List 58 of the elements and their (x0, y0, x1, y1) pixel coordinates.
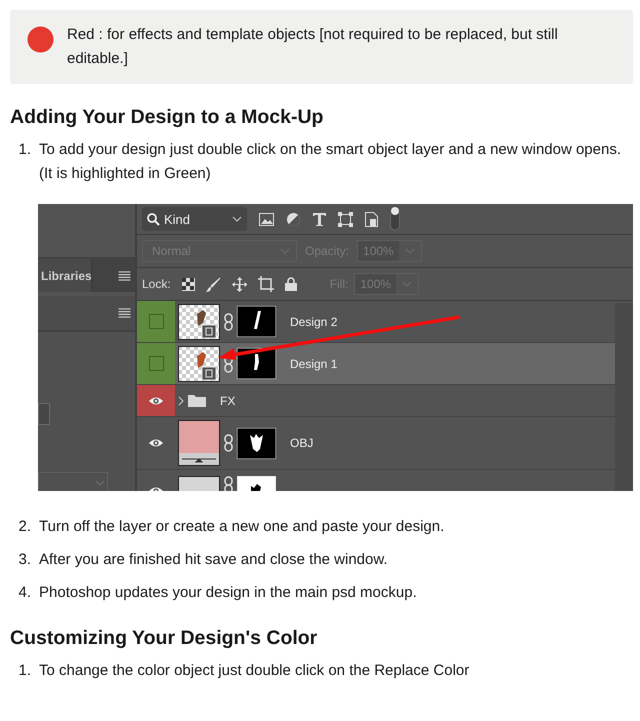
chevron-icon (232, 216, 242, 222)
step-number: 4. (17, 583, 32, 603)
filter-dropdown[interactable]: Kind (142, 207, 247, 231)
search-icon (147, 212, 160, 226)
adjustment-icon (286, 212, 301, 226)
crop-icon (258, 276, 274, 292)
layer-name: Design 1 (290, 356, 338, 370)
panel-tab[interactable]: Libraries (38, 259, 92, 292)
link-icon (224, 434, 233, 452)
visibility-toggle[interactable] (137, 301, 175, 342)
filter-toggle-icon (390, 207, 400, 231)
chevron-icon (95, 480, 105, 486)
layer-row[interactable]: FX (137, 385, 615, 417)
eye-icon (148, 438, 164, 448)
chevron-right-icon (178, 396, 184, 406)
step-text: Turn off the layer or create a new one and paste your design. (39, 517, 444, 537)
layer-name: FX (220, 394, 236, 408)
step-number: 2. (17, 517, 32, 537)
dropdown[interactable] (38, 472, 108, 491)
layer-thumbnail (178, 304, 220, 340)
menu-icon (118, 308, 131, 318)
layer-row[interactable]: Design 2 (137, 301, 615, 343)
link-icon (224, 476, 233, 491)
step-number: 1. (17, 661, 32, 681)
image-icon (259, 212, 274, 226)
layer-name: Design 2 (290, 314, 338, 328)
brush-icon (206, 276, 221, 292)
layer-row[interactable]: Design 1 (137, 343, 615, 385)
type-icon (313, 212, 326, 226)
step-text: After you are finished hit save and close the window. (39, 550, 388, 570)
link-icon (224, 312, 233, 330)
scrollbar[interactable] (615, 303, 633, 491)
mask-thumbnail (237, 428, 276, 458)
section-heading: Adding Your Design to a Mock-Up (10, 105, 324, 130)
padlock-icon (284, 277, 297, 291)
folder-icon (188, 394, 206, 407)
smart-object-icon (365, 212, 378, 226)
layer-name: OBJ (290, 436, 314, 450)
menu-icon (118, 270, 131, 280)
visibility-toggle[interactable] (137, 343, 175, 384)
layer-thumbnail (178, 346, 220, 382)
step-number: 3. (17, 550, 32, 570)
lock-label: Lock: (142, 277, 171, 291)
note-text: Red : for effects and template objects [not required to be replaced, but still editable.] (67, 25, 559, 69)
input-field[interactable] (38, 403, 50, 425)
layer-row[interactable]: OBJ (137, 417, 615, 470)
step-text: To change the color object just double click on the Replace Color (39, 661, 470, 681)
step-number: 1. (17, 140, 32, 160)
visibility-toggle[interactable] (137, 385, 175, 416)
step-text: Photoshop updates your design in the main psd mockup. (39, 583, 417, 603)
step-text: To add your design just double click on the smart object layer and a new window opens. (It is highlighted in Green) (39, 140, 622, 184)
move-icon (232, 276, 247, 292)
lock-pixels-icon (182, 278, 195, 290)
mask-thumbnail (237, 306, 276, 337)
transform-icon (338, 212, 353, 226)
fill-layer-thumbnail (178, 420, 220, 466)
eye-icon (148, 396, 164, 406)
section-heading: Customizing Your Design's Color (10, 626, 318, 651)
